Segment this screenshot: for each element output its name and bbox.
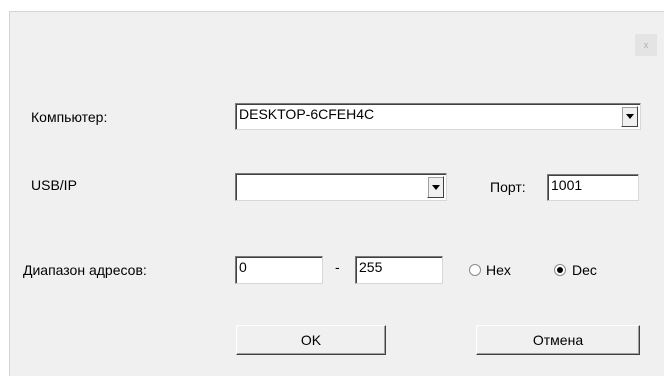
chevron-down-icon (625, 114, 634, 119)
range-separator: - (335, 259, 340, 275)
hex-label[interactable]: Hex (486, 262, 511, 278)
address-range-label: Диапазон адресов: (23, 262, 147, 278)
ok-button[interactable]: OK (236, 325, 386, 355)
close-icon: x (643, 40, 649, 50)
computer-label: Компьютер: (31, 109, 108, 125)
chevron-down-icon (431, 184, 440, 190)
address-to-value: 255 (359, 259, 383, 275)
address-from-input[interactable]: 0 (235, 256, 323, 284)
cancel-button-label: Отмена (532, 332, 584, 348)
hex-radio[interactable] (469, 264, 481, 276)
computer-value: DESKTOP-6CFEH4C (239, 106, 375, 122)
ok-button-label: OK (300, 332, 322, 348)
address-from-value: 0 (239, 259, 247, 275)
title-bar: x (10, 12, 664, 76)
usbip-label: USB/IP (31, 177, 77, 193)
port-label: Порт: (490, 179, 526, 195)
usbip-dropdown-arrow[interactable] (427, 176, 444, 198)
cancel-button[interactable]: Отмена (476, 325, 640, 355)
computer-dropdown[interactable]: DESKTOP-6CFEH4C (235, 103, 641, 130)
address-to-input[interactable]: 255 (355, 256, 443, 284)
port-input[interactable]: 1001 (547, 174, 639, 201)
close-button[interactable]: x (635, 34, 657, 56)
dec-radio[interactable] (554, 264, 566, 276)
port-value: 1001 (551, 177, 583, 193)
usbip-dropdown[interactable] (235, 173, 447, 201)
address-range-dialog: x Компьютер: DESKTOP-6CFEH4C USB/IP Порт… (9, 11, 664, 376)
dec-label[interactable]: Dec (572, 262, 597, 278)
computer-dropdown-arrow[interactable] (621, 106, 638, 127)
